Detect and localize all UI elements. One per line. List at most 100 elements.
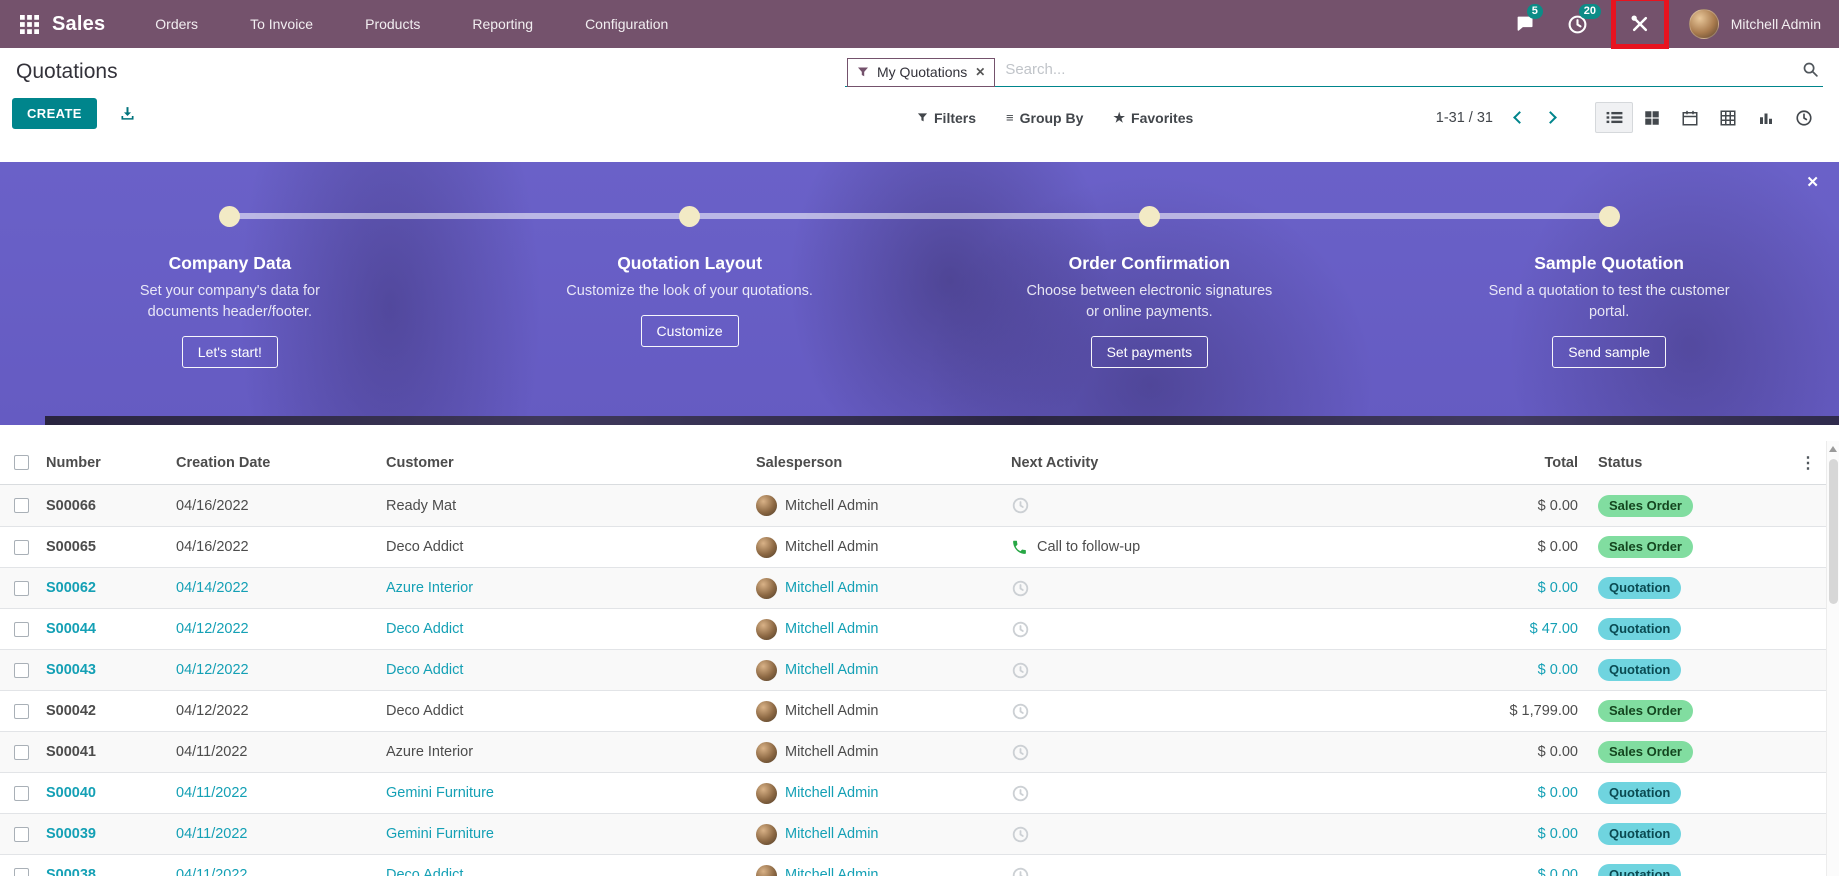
status-badge: Quotation [1598, 864, 1682, 876]
row-select-cell [0, 662, 38, 678]
next-activity-cell [1003, 825, 1440, 844]
order-number: S00041 [46, 744, 96, 760]
export-button[interactable] [119, 105, 136, 122]
row-checkbox[interactable] [14, 662, 29, 678]
row-checkbox[interactable] [14, 498, 29, 513]
search-input[interactable] [995, 57, 1802, 82]
header-next-activity[interactable]: Next Activity [1003, 455, 1440, 471]
search-button[interactable] [1802, 61, 1821, 78]
list-view-button[interactable] [1595, 102, 1633, 133]
row-select-cell [0, 867, 38, 876]
quotation-row[interactable]: S00065 04/16/2022 Deco Addict Mitchell A… [0, 526, 1826, 567]
row-checkbox[interactable] [14, 785, 29, 801]
quotation-row[interactable]: S00042 04/12/2022 Deco Addict Mitchell A… [0, 690, 1826, 731]
schedule-activity-clock-icon[interactable] [1011, 496, 1030, 515]
apps-menu-icon[interactable] [12, 7, 46, 41]
pager-previous-button[interactable] [1513, 111, 1526, 124]
app-name[interactable]: Sales [52, 13, 105, 36]
quotation-row[interactable]: S00044 04/12/2022 Deco Addict Mitchell A… [0, 608, 1826, 649]
graph-view-button[interactable] [1747, 102, 1785, 133]
creation-date: 04/11/2022 [176, 785, 248, 801]
onboarding-step: Sample Quotation Send a quotation to tes… [1379, 162, 1839, 425]
schedule-activity-clock-icon[interactable] [1011, 825, 1030, 844]
row-checkbox[interactable] [14, 867, 29, 876]
status-cell: Quotation [1590, 659, 1740, 681]
step-action-button[interactable]: Send sample [1552, 336, 1666, 369]
schedule-activity-clock-icon[interactable] [1011, 620, 1030, 639]
customer-name: Deco Addict [386, 703, 464, 719]
group-by-dropdown[interactable]: ≡ Group By [1006, 110, 1083, 126]
nav-menu-item[interactable]: Reporting [472, 16, 533, 32]
user-name[interactable]: Mitchell Admin [1731, 16, 1821, 32]
row-select-cell [0, 539, 38, 555]
messages-button[interactable]: 5 [1513, 4, 1543, 37]
top-navbar: Sales Orders To Invoice Products Reporti… [0, 0, 1839, 49]
schedule-activity-clock-icon[interactable] [1011, 743, 1030, 762]
step-action-button[interactable]: Set payments [1090, 336, 1209, 369]
kanban-view-icon [1645, 110, 1659, 125]
scroll-up-arrow[interactable] [1829, 446, 1837, 452]
onboarding-step: Quotation Layout Customize the look of y… [460, 162, 920, 425]
quotation-row[interactable]: S00041 04/11/2022 Azure Interior Mitchel… [0, 731, 1826, 772]
filters-dropdown[interactable]: Filters [917, 110, 976, 126]
nav-menu-item[interactable]: Configuration [585, 16, 668, 32]
row-checkbox[interactable] [14, 703, 29, 719]
search-facet[interactable]: My Quotations ✕ [847, 57, 996, 87]
banner-close-icon[interactable]: ✕ [1806, 173, 1819, 191]
header-total[interactable]: Total [1440, 455, 1590, 471]
optional-columns-icon[interactable]: ⋮ [1740, 453, 1826, 473]
quotation-row[interactable]: S00040 04/11/2022 Gemini Furniture Mitch… [0, 772, 1826, 813]
create-button[interactable]: CREATE [12, 98, 97, 129]
row-checkbox[interactable] [14, 621, 29, 637]
nav-menu-item[interactable]: To Invoice [250, 16, 313, 32]
nav-menu-item[interactable]: Orders [155, 16, 198, 32]
step-title: Quotation Layout [617, 253, 763, 273]
schedule-activity-clock-icon[interactable] [1011, 866, 1030, 876]
kanban-view-button[interactable] [1633, 102, 1671, 133]
row-checkbox[interactable] [14, 744, 29, 760]
next-activity-cell: Call to follow-up [1003, 539, 1440, 556]
quotation-row[interactable]: S00043 04/12/2022 Deco Addict Mitchell A… [0, 649, 1826, 690]
status-badge: Sales Order [1598, 494, 1693, 517]
calendar-view-button[interactable] [1671, 102, 1709, 133]
header-number[interactable]: Number [38, 455, 168, 471]
header-creation-date[interactable]: Creation Date [168, 455, 378, 471]
step-action-button[interactable]: Customize [640, 315, 739, 348]
schedule-activity-clock-icon[interactable] [1011, 661, 1030, 680]
select-all-checkbox[interactable] [14, 455, 29, 470]
activities-button[interactable]: 20 [1565, 4, 1601, 37]
creation-date: 04/12/2022 [176, 703, 249, 719]
header-salesperson[interactable]: Salesperson [748, 455, 1003, 471]
header-status[interactable]: Status [1590, 455, 1740, 471]
user-avatar[interactable] [1688, 9, 1719, 39]
activity-view-button[interactable] [1785, 102, 1823, 133]
quotation-row[interactable]: S00066 04/16/2022 Ready Mat Mitchell Adm… [0, 485, 1826, 526]
favorites-dropdown[interactable]: ★ Favorites [1113, 110, 1193, 126]
salesperson-cell: Mitchell Admin [748, 782, 1003, 804]
nav-menu-item[interactable]: Products [365, 16, 420, 32]
page-title: Quotations [16, 60, 118, 83]
schedule-activity-clock-icon[interactable] [1011, 784, 1030, 803]
row-checkbox[interactable] [14, 580, 29, 596]
schedule-activity-clock-icon[interactable] [1011, 702, 1030, 721]
header-customer[interactable]: Customer [378, 455, 748, 471]
row-select-cell [0, 498, 38, 513]
pager-next-button[interactable] [1544, 111, 1557, 124]
phone-activity-icon[interactable] [1011, 539, 1028, 556]
step-action-button[interactable]: Let's start! [181, 336, 278, 369]
pivot-view-button[interactable] [1709, 102, 1747, 133]
schedule-activity-clock-icon[interactable] [1011, 579, 1030, 598]
activity-summary: Call to follow-up [1037, 539, 1141, 555]
filters-label: Filters [934, 109, 977, 126]
debug-tools-button[interactable] [1610, 0, 1669, 49]
quotation-row[interactable]: S00062 04/14/2022 Azure Interior Mitchel… [0, 567, 1826, 608]
vertical-scrollbar[interactable] [1826, 441, 1839, 876]
quotation-row[interactable]: S00039 04/11/2022 Gemini Furniture Mitch… [0, 813, 1826, 854]
scrollbar-thumb[interactable] [1829, 459, 1838, 604]
order-total: $ 0.00 [1537, 826, 1578, 842]
remove-facet-icon[interactable]: ✕ [975, 65, 985, 79]
row-checkbox[interactable] [14, 539, 29, 555]
row-checkbox[interactable] [14, 826, 29, 842]
step-title: Company Data [168, 253, 292, 273]
quotation-row[interactable]: S00038 04/11/2022 Deco Addict Mitchell A… [0, 854, 1826, 876]
